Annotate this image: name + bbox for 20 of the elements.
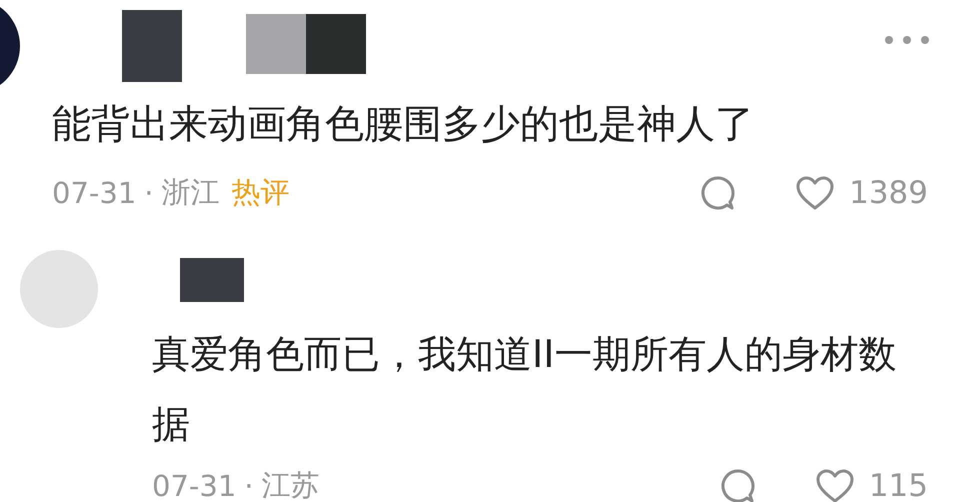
more-icon[interactable] [884, 35, 930, 45]
comment-date: 07-31 [52, 176, 136, 210]
comment-location: 浙江 [162, 174, 220, 211]
separator: · [144, 176, 154, 210]
comment-icon[interactable] [699, 174, 738, 212]
comment-icon[interactable] [718, 467, 757, 502]
like-count: 1389 [849, 175, 928, 211]
redacted-name [180, 258, 244, 302]
like-count: 115 [868, 468, 928, 502]
comment-text: 能背出来动画角色腰围多少的也是神人了 [52, 101, 755, 149]
redacted-name [122, 10, 182, 82]
comment-date: 07-31 [152, 469, 236, 502]
heart-icon[interactable] [814, 468, 855, 502]
heart-icon[interactable] [795, 175, 836, 211]
redacted-name [246, 14, 306, 74]
hot-comment-label: 热评 [232, 174, 290, 211]
comment-text: 真爱角色而已，我知道II一期所有人的身材数据 [152, 331, 898, 448]
redacted-name [306, 14, 366, 74]
comment-location: 江苏 [262, 467, 320, 502]
separator: · [244, 469, 254, 502]
